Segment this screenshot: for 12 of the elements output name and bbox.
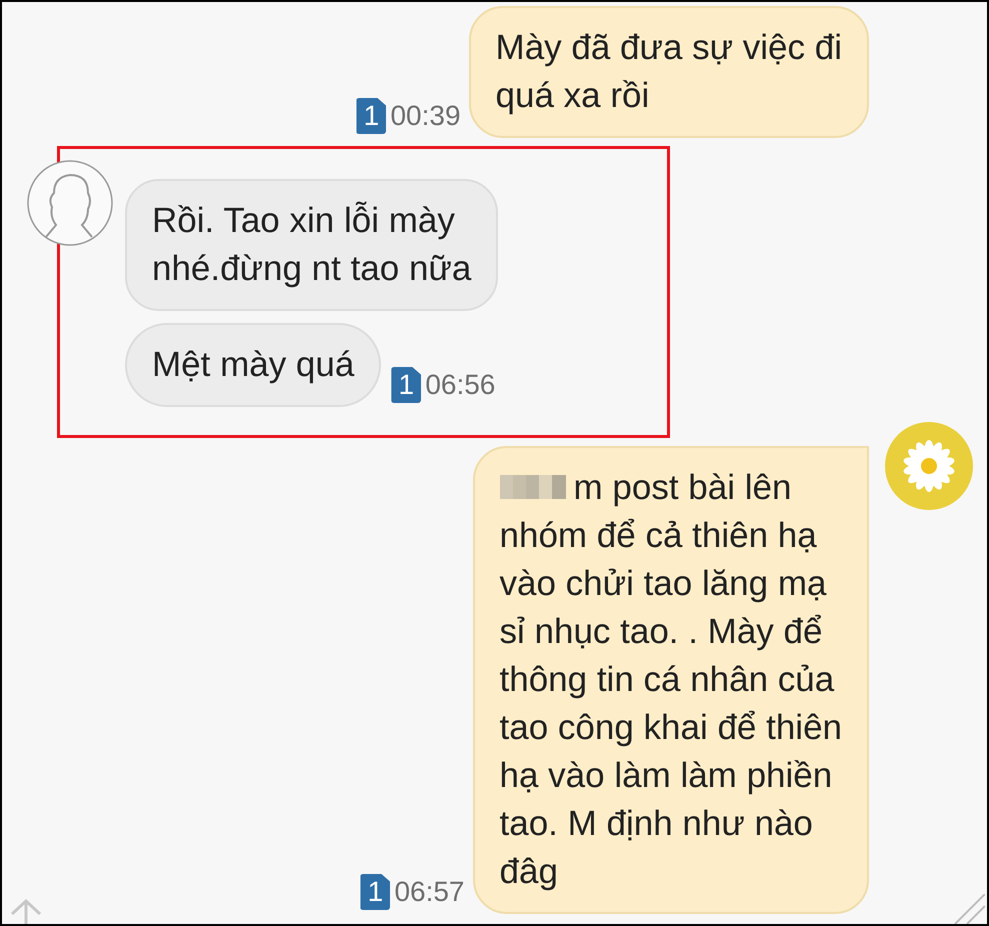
message-text: Rồi. Tao xin lỗi mày nhé.đừng nt tao nữa bbox=[152, 200, 472, 290]
message-time: 06:57 bbox=[394, 878, 465, 906]
message-text: m post bài lên nhóm để cả thiên hạ vào chửi tao lăng mạ sỉ nhục tao. . Mày để thông tin cá nhân của tao công khai để thiên hạ vào làm làm phiền tao. M định như nào đâg bbox=[500, 467, 842, 893]
sim-badge: 1 bbox=[360, 874, 390, 910]
message-text: Mệt mày quá bbox=[152, 344, 354, 386]
sim-badge: 1 bbox=[391, 367, 422, 403]
message-time: 00:39 bbox=[390, 102, 461, 130]
person-avatar-icon bbox=[26, 159, 114, 247]
message-time: 06:56 bbox=[425, 371, 496, 399]
sim-badge: 1 bbox=[356, 98, 386, 134]
message-text: Mày đã đưa sự việc đi quá xa rồi bbox=[496, 27, 842, 117]
up-arrow-icon bbox=[8, 898, 44, 924]
